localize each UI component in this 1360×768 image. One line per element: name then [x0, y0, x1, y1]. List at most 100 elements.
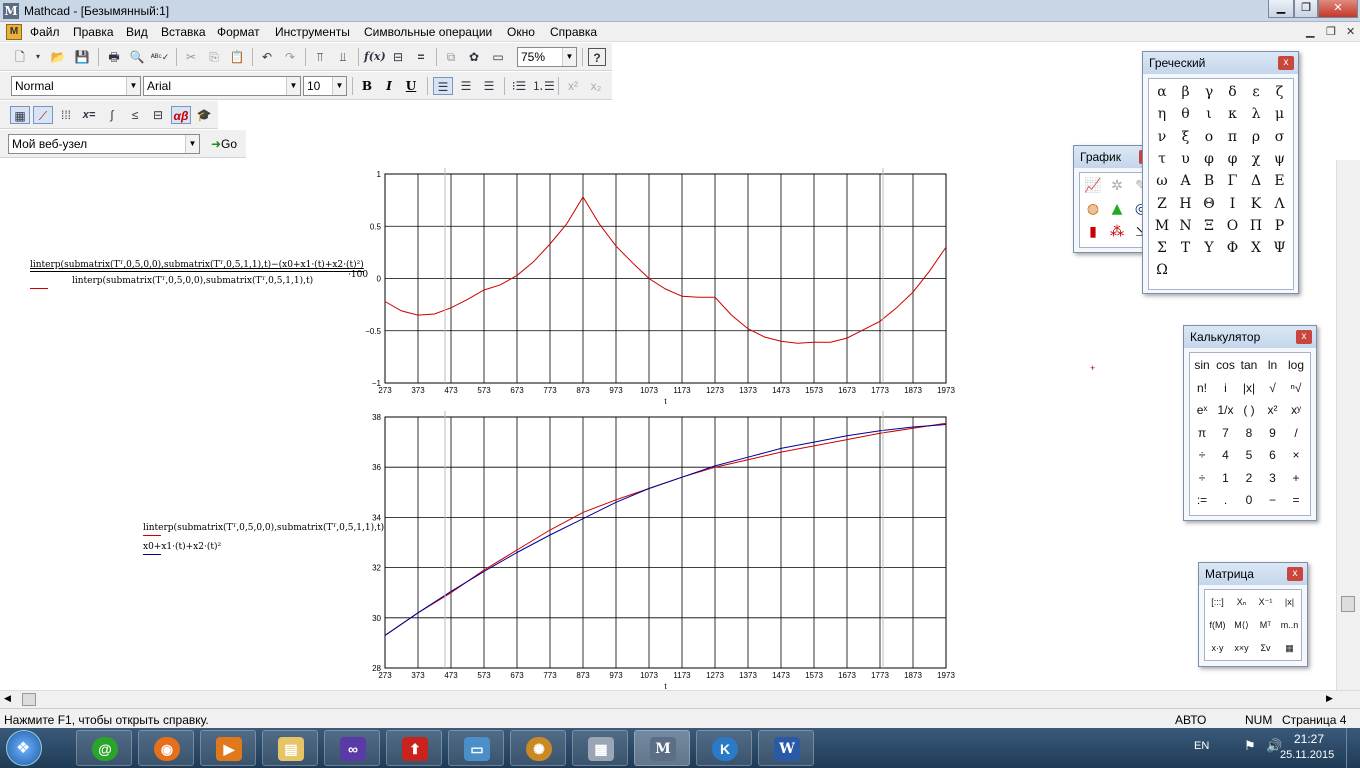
greek-letter-button[interactable]: σ: [1269, 126, 1291, 148]
taskbar-calculator[interactable]: ▦: [572, 730, 628, 766]
formula-interp-vs-poly[interactable]: linterp(submatrix(Tᵀ,0,5,0,0),submatrix(…: [143, 523, 384, 555]
cut-icon[interactable]: ✂: [181, 48, 201, 66]
numbering-icon[interactable]: ⒈☰: [532, 77, 555, 95]
greek-letter-button[interactable]: Θ: [1198, 193, 1220, 215]
calculator-key[interactable]: 8: [1238, 422, 1260, 444]
error-chart[interactable]: 273 373 473 573 673 773 873 973 1073 1173 1273 1373…: [360, 164, 960, 409]
align-right-icon[interactable]: ☰: [479, 77, 499, 95]
menu-format[interactable]: Формат: [217, 25, 260, 39]
calculator-key[interactable]: +: [1285, 467, 1307, 489]
greek-letter-button[interactable]: Ζ: [1151, 193, 1173, 215]
matrix-palette-header[interactable]: Матрица x: [1199, 563, 1307, 585]
align-down-icon[interactable]: ⫫: [333, 48, 353, 66]
greek-letter-button[interactable]: Λ: [1269, 193, 1291, 215]
greek-letter-button[interactable]: Ξ: [1198, 215, 1220, 237]
bar-plot-3d-icon[interactable]: ▮: [1082, 221, 1104, 243]
calculator-key[interactable]: −: [1262, 489, 1284, 511]
scroll-right-icon[interactable]: ▶: [1326, 693, 1333, 704]
help-icon[interactable]: ?: [588, 48, 606, 66]
greek-letter-button[interactable]: χ: [1245, 148, 1267, 170]
greek-letter-button[interactable]: ξ: [1175, 126, 1197, 148]
matrix-op-button[interactable]: [:::]: [1206, 591, 1229, 613]
calculator-key[interactable]: 3: [1262, 467, 1284, 489]
new-doc-icon[interactable]: 🗋: [10, 48, 30, 66]
matrix-op-button[interactable]: m..n: [1278, 614, 1301, 636]
greek-letter-button[interactable]: θ: [1175, 103, 1197, 125]
greek-letter-button[interactable]: ζ: [1269, 81, 1291, 103]
taskbar-mail-agent[interactable]: @: [76, 730, 132, 766]
greek-letter-button[interactable]: Ω: [1151, 259, 1173, 281]
greek-letter-button[interactable]: φ: [1222, 148, 1244, 170]
greek-letter-button[interactable]: α: [1151, 81, 1173, 103]
calculator-key[interactable]: tan: [1238, 354, 1260, 376]
greek-letter-button[interactable]: Α: [1175, 170, 1197, 192]
calculator-key[interactable]: 6: [1262, 444, 1284, 466]
close-icon[interactable]: x: [1278, 56, 1294, 70]
taskbar-word[interactable]: W: [758, 730, 814, 766]
calculator-key[interactable]: 4: [1215, 444, 1237, 466]
greek-letter-button[interactable]: Π: [1245, 215, 1267, 237]
new-dropdown-icon[interactable]: ▾: [32, 48, 44, 66]
greek-letter-button[interactable]: ι: [1198, 103, 1220, 125]
calculator-key[interactable]: π: [1191, 422, 1213, 444]
calculator-key[interactable]: :=: [1191, 489, 1213, 511]
spellcheck-icon[interactable]: ᴬᴮᶜ✓: [150, 48, 170, 66]
insert-unit-icon[interactable]: ⊟: [388, 48, 408, 66]
superscript-icon[interactable]: x²: [563, 77, 583, 95]
greek-letter-button[interactable]: η: [1151, 103, 1173, 125]
greek-letter-button[interactable]: δ: [1222, 81, 1244, 103]
matrix-op-button[interactable]: x×y: [1230, 637, 1253, 659]
save-icon[interactable]: 💾: [72, 48, 92, 66]
vertical-scroll-thumb[interactable]: [1341, 596, 1355, 612]
font-size-select[interactable]: 10 ▼: [303, 76, 347, 96]
matrix-op-button[interactable]: Mᵀ: [1254, 614, 1277, 636]
evaluation-toolbar-icon[interactable]: x=: [79, 106, 99, 124]
calculator-key[interactable]: ⁿ√: [1285, 377, 1307, 399]
calculator-toolbar-icon[interactable]: ▦: [10, 106, 30, 124]
address-select[interactable]: Мой веб-узел ▼: [8, 134, 200, 154]
minimize-button[interactable]: ▁: [1268, 0, 1294, 18]
greek-letter-button[interactable]: β: [1175, 81, 1197, 103]
horizontal-scroll-thumb[interactable]: [22, 693, 36, 706]
calculator-key[interactable]: 0: [1238, 489, 1260, 511]
taskbar-image-viewer[interactable]: ▭: [448, 730, 504, 766]
matrix-op-button[interactable]: Xₙ: [1230, 591, 1253, 613]
bold-button[interactable]: B: [357, 76, 377, 96]
calculator-key[interactable]: xʸ: [1285, 399, 1307, 421]
taskbar-explorer[interactable]: ▤: [262, 730, 318, 766]
menu-window[interactable]: Окно: [507, 25, 535, 39]
greek-letter-button[interactable]: ω: [1151, 170, 1173, 192]
graph-toolbar-icon[interactable]: ⟋: [33, 106, 53, 124]
calculator-key[interactable]: ×: [1285, 444, 1307, 466]
mdi-restore-icon[interactable]: ❐: [1326, 25, 1336, 38]
greek-letter-button[interactable]: Ν: [1175, 215, 1197, 237]
print-icon[interactable]: 🖶: [104, 48, 124, 66]
resource-icon[interactable]: ✿: [464, 48, 484, 66]
formula-relative-error[interactable]: linterp(submatrix(Tᵀ,0,5,0,0),submatrix(…: [30, 260, 368, 289]
greek-letter-button[interactable]: Φ: [1222, 237, 1244, 259]
greek-letter-button[interactable]: ρ: [1245, 126, 1267, 148]
calculator-key[interactable]: √: [1262, 377, 1284, 399]
greek-letter-button[interactable]: Μ: [1151, 215, 1173, 237]
calculator-key[interactable]: i: [1215, 377, 1237, 399]
greek-letter-button[interactable]: γ: [1198, 81, 1220, 103]
taskbar-pdf-reader[interactable]: ⬆: [386, 730, 442, 766]
mdi-close-icon[interactable]: ✕: [1346, 25, 1355, 38]
calculator-key[interactable]: ( ): [1238, 399, 1260, 421]
zoom-select[interactable]: 75% ▼: [517, 47, 577, 67]
greek-letter-button[interactable]: Υ: [1198, 237, 1220, 259]
copy-icon[interactable]: ⎘: [204, 48, 224, 66]
taskbar-infinity-app[interactable]: ∞: [324, 730, 380, 766]
calculator-key[interactable]: 2: [1238, 467, 1260, 489]
network-flag-icon[interactable]: ⚑: [1244, 738, 1256, 754]
greek-letter-button[interactable]: ε: [1245, 81, 1267, 103]
vertical-scrollbar[interactable]: [1336, 160, 1360, 690]
taskbar-media-player[interactable]: ▶: [200, 730, 256, 766]
calculator-key[interactable]: 1/x: [1215, 399, 1237, 421]
programming-toolbar-icon[interactable]: ⊟: [148, 106, 168, 124]
greek-letter-button[interactable]: ψ: [1269, 148, 1291, 170]
language-indicator[interactable]: EN: [1194, 740, 1209, 752]
greek-letter-button[interactable]: Δ: [1245, 170, 1267, 192]
calculator-key[interactable]: .: [1215, 489, 1237, 511]
paste-icon[interactable]: 📋: [227, 48, 247, 66]
